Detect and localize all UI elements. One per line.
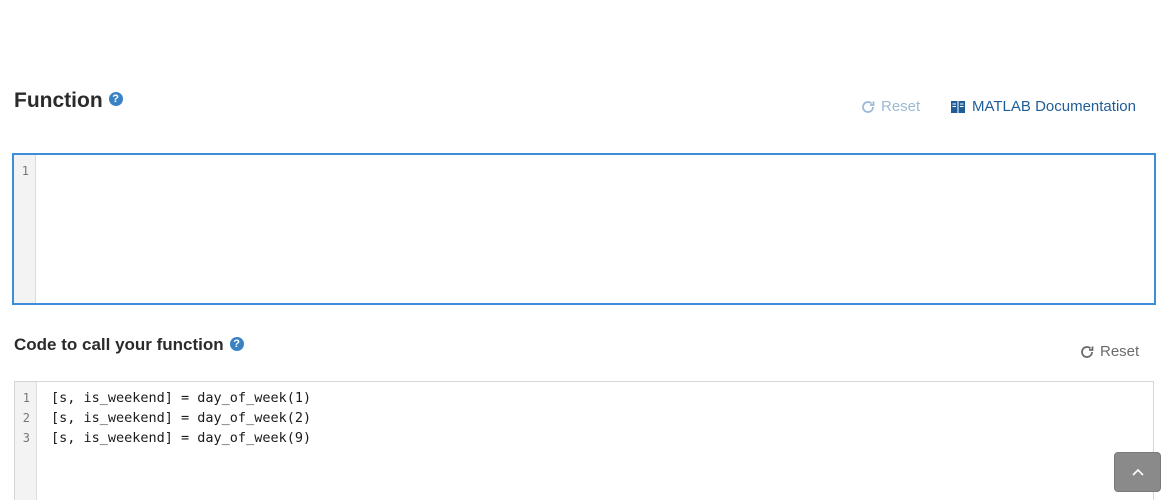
call-code-editor[interactable]: 1 2 3 [s, is_weekend] = day_of_week(1) […	[14, 381, 1154, 500]
function-code-editor[interactable]: 1	[12, 153, 1156, 305]
call-reset-button[interactable]: Reset	[1079, 343, 1139, 360]
refresh-icon	[1081, 345, 1094, 358]
refresh-icon	[862, 100, 875, 113]
function-editor-content[interactable]	[36, 155, 1154, 303]
call-editor-content[interactable]: [s, is_weekend] = day_of_week(1) [s, is_…	[37, 382, 1153, 500]
line-number: 1	[21, 164, 29, 178]
function-reset-label: Reset	[881, 98, 921, 115]
call-title-text: Code to call your function	[14, 335, 224, 354]
line-number: 1	[22, 391, 30, 405]
function-editor-gutter: 1	[14, 155, 36, 303]
page: Function? Reset MATLAB Documentation 1 C…	[0, 0, 1169, 500]
question-circle-icon[interactable]: ?	[229, 336, 244, 351]
line-number: 2	[22, 411, 30, 425]
call-editor-gutter: 1 2 3	[15, 382, 37, 500]
code-line[interactable]	[50, 163, 1154, 183]
function-title-text: Function	[14, 89, 103, 112]
code-line[interactable]: [s, is_weekend] = day_of_week(2)	[51, 410, 1153, 430]
code-line[interactable]: [s, is_weekend] = day_of_week(1)	[51, 390, 1153, 410]
chevron-up-icon	[1131, 468, 1144, 476]
line-number: 3	[22, 431, 30, 445]
function-section-title: Function?	[14, 89, 123, 113]
matlab-documentation-label: MATLAB Documentation	[972, 98, 1136, 115]
code-line[interactable]: [s, is_weekend] = day_of_week(9)	[51, 430, 1153, 450]
matlab-documentation-link[interactable]: MATLAB Documentation	[950, 98, 1136, 115]
call-reset-label: Reset	[1100, 343, 1140, 360]
scroll-to-top-button[interactable]	[1114, 452, 1161, 492]
book-icon	[951, 100, 965, 113]
question-circle-icon[interactable]: ?	[108, 92, 123, 107]
function-reset-button[interactable]: Reset	[860, 98, 920, 115]
call-section-title: Code to call your function?	[14, 335, 244, 355]
